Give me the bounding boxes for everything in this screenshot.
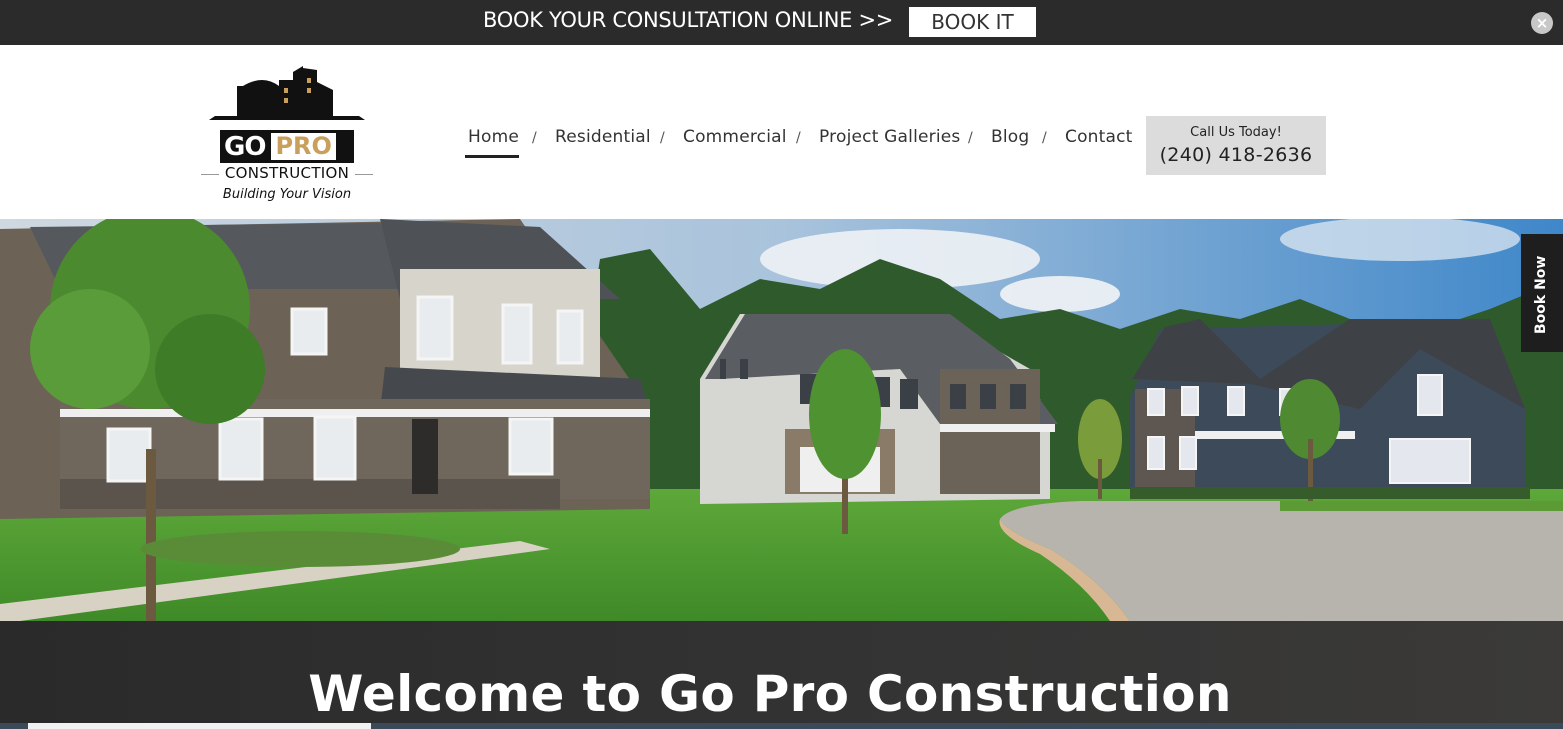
call-label: Call Us Today! [1190, 125, 1282, 140]
call-us-box[interactable]: Call Us Today! (240) 418-2636 [1146, 116, 1326, 175]
hero-image [0, 219, 1563, 621]
nav-residential[interactable]: Residential [555, 127, 651, 147]
nav-separator: / [532, 130, 537, 146]
neighborhood-illustration [0, 219, 1563, 621]
bottom-highlight [28, 723, 371, 729]
nav-separator: / [968, 130, 973, 146]
welcome-section: Welcome to Go Pro Construction [0, 621, 1563, 729]
welcome-heading: Welcome to Go Pro Construction [308, 665, 1232, 723]
nav-contact[interactable]: Contact [1065, 127, 1133, 147]
nav-commercial[interactable]: Commercial [683, 127, 787, 147]
nav-home[interactable]: Home [468, 127, 519, 147]
phone-number[interactable]: (240) 418-2636 [1146, 144, 1326, 166]
nav-separator: / [1042, 130, 1047, 146]
nav-project-galleries[interactable]: Project Galleries [819, 127, 961, 147]
nav-blog[interactable]: Blog [991, 127, 1029, 147]
book-now-label: Book Now [1533, 255, 1549, 334]
nav-separator: / [796, 130, 801, 146]
nav-separator: / [660, 130, 665, 146]
book-now-tab[interactable]: Book Now [1521, 234, 1563, 352]
nav-active-indicator [465, 155, 519, 158]
site-header: GO PRO CONSTRUCTION Building Your Vision… [0, 45, 1563, 219]
